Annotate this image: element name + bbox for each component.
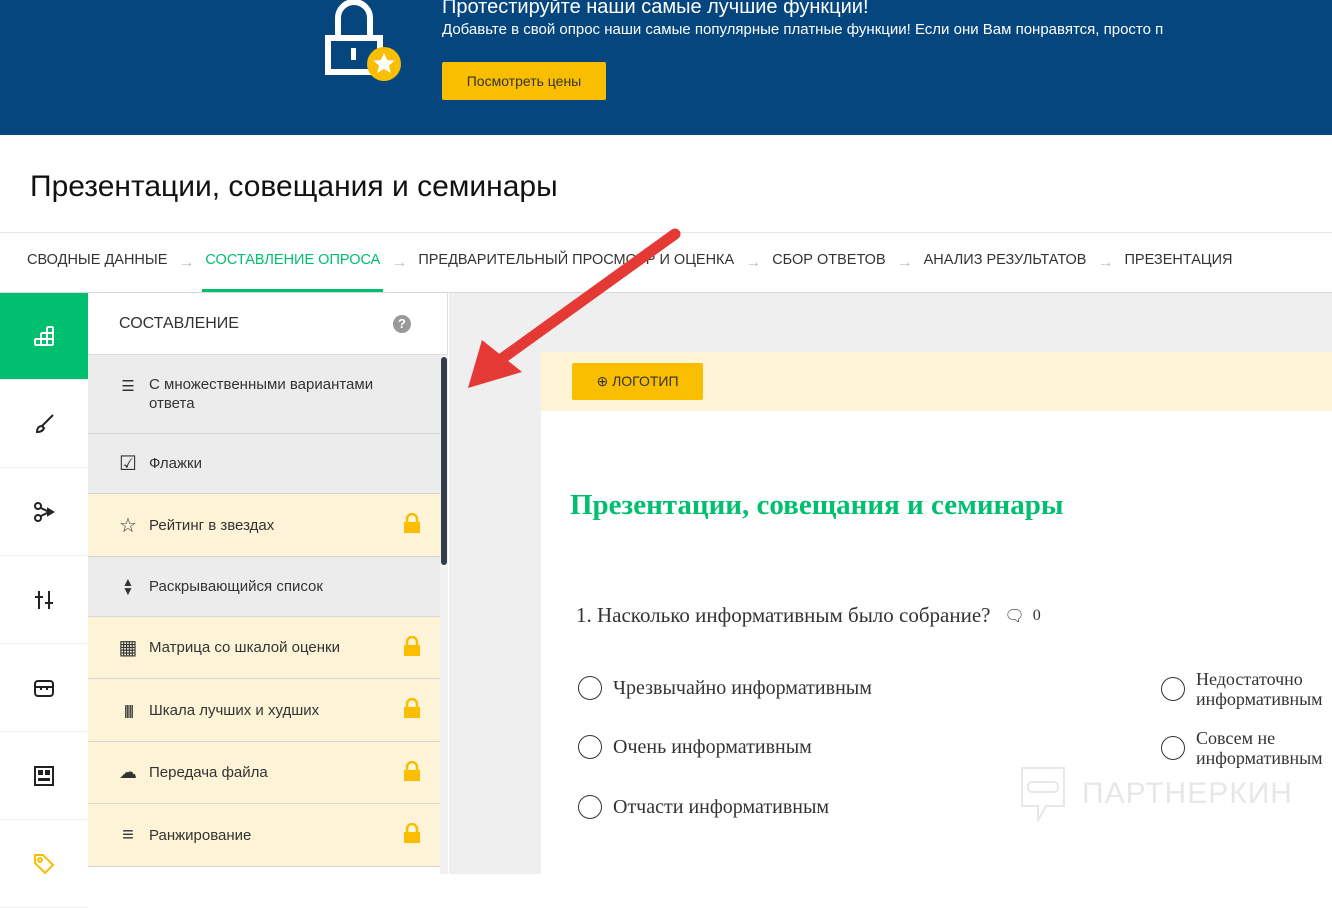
rail-layout[interactable] bbox=[0, 732, 88, 820]
question-type-list: ☰ С множественными вариантами ответа ☑ Фла… bbox=[88, 355, 440, 867]
tab-preview[interactable]: ПРЕДВАРИТЕЛЬНЫЙ ПРОСМОТР И ОЦЕНКА bbox=[415, 233, 737, 293]
lock-icon bbox=[403, 512, 421, 537]
banner-heading: Протестируйте наши самые лучшие функции! bbox=[442, 0, 869, 18]
list-icon: ☰ bbox=[121, 378, 135, 395]
upload-icon: ☁ bbox=[119, 762, 137, 782]
list-item-checkboxes[interactable]: ☑ Флажки bbox=[88, 434, 440, 494]
rail-library[interactable] bbox=[0, 644, 88, 732]
tab-design-survey[interactable]: СОСТАВЛЕНИЕ ОПРОСА bbox=[202, 233, 384, 293]
radio-circle bbox=[578, 676, 602, 700]
arrow-right-icon: → bbox=[1097, 253, 1114, 271]
option-radio[interactable]: Совсем не информативным bbox=[1161, 728, 1331, 768]
arrow-right-icon: → bbox=[745, 253, 762, 271]
list-item-dropdown[interactable]: ▲ ▼ Раскрывающийся список bbox=[88, 557, 440, 617]
page-title: Презентации, совещания и семинары bbox=[30, 170, 558, 203]
watermark: ПАРТНЕРКИН bbox=[1018, 766, 1293, 822]
upgrade-banner: Протестируйте наши самые лучшие функции!… bbox=[0, 0, 1332, 135]
logo-band: ⊕ ЛОГОТИП bbox=[541, 352, 1332, 411]
option-radio[interactable]: Отчасти информативным bbox=[578, 795, 829, 819]
bars-icon: ||||| bbox=[123, 702, 134, 718]
comment-count: 0 bbox=[1032, 606, 1041, 624]
build-icon bbox=[34, 326, 54, 346]
tag-icon bbox=[34, 853, 55, 874]
option-radio[interactable]: Недостаточно информативным bbox=[1161, 669, 1331, 709]
list-item-matrix[interactable]: ▦ Матрица со шкалой оценки bbox=[88, 617, 440, 679]
panel-title: СОСТАВЛЕНИЕ bbox=[119, 314, 239, 332]
checkbox-icon: ☑ bbox=[119, 453, 137, 475]
sliders-icon bbox=[35, 590, 53, 609]
radio-circle bbox=[578, 735, 602, 759]
arrow-right-icon: → bbox=[178, 253, 195, 271]
radio-circle bbox=[1161, 736, 1185, 760]
list-item-multiple-choice[interactable]: ☰ С множественными вариантами ответа bbox=[88, 355, 440, 434]
build-panel: СОСТАВЛЕНИЕ? ☰ С множественными вариантам… bbox=[88, 293, 448, 874]
view-prices-button[interactable]: Посмотреть цены bbox=[442, 62, 606, 100]
help-icon[interactable]: ? bbox=[393, 314, 411, 333]
scrollbar-thumb[interactable] bbox=[441, 357, 447, 565]
rail-options[interactable] bbox=[0, 556, 88, 644]
tool-rail bbox=[0, 293, 88, 908]
paintbrush-icon bbox=[35, 413, 54, 433]
tab-analyze[interactable]: АНАЛИЗ РЕЗУЛЬТАТОВ bbox=[921, 233, 1090, 293]
tab-collect[interactable]: СБОР ОТВЕТОВ bbox=[769, 233, 888, 293]
add-logo-button[interactable]: ⊕ ЛОГОТИП bbox=[572, 363, 703, 400]
logic-icon bbox=[34, 501, 55, 522]
watermark-logo-icon bbox=[1021, 767, 1065, 822]
dropdown-icon: ▲ ▼ bbox=[122, 574, 134, 598]
option-radio[interactable]: Чрезвычайно информативным bbox=[578, 676, 872, 700]
lines-icon: ≡ bbox=[122, 823, 134, 846]
rail-logic[interactable] bbox=[0, 468, 88, 556]
radio-circle bbox=[1161, 677, 1185, 701]
lock-icon bbox=[403, 697, 421, 722]
tab-summary[interactable]: СВОДНЫЕ ДАННЫЕ bbox=[24, 233, 170, 293]
comment-icon[interactable]: 🗨 bbox=[1004, 606, 1024, 626]
rail-design[interactable] bbox=[0, 380, 88, 468]
layout-icon bbox=[34, 765, 54, 786]
archive-icon bbox=[34, 679, 54, 697]
star-icon: ☆ bbox=[119, 514, 137, 537]
lock-icon bbox=[403, 822, 421, 847]
lock-icon bbox=[403, 760, 421, 785]
lock-icon bbox=[403, 635, 421, 660]
tab-present[interactable]: ПРЕЗЕНТАЦИЯ bbox=[1121, 233, 1235, 293]
workflow-tabs: СВОДНЫЕ ДАННЫЕ → СОСТАВЛЕНИЕ ОПРОСА → ПРЕД… bbox=[0, 232, 1332, 293]
canvas-margin bbox=[449, 293, 541, 874]
lock-star-icon bbox=[325, 0, 401, 81]
question-1[interactable]: 1. Насколько информативным было собрание… bbox=[576, 603, 1041, 628]
banner-text: Добавьте в свой опрос наши самые популяр… bbox=[442, 21, 1164, 38]
option-radio[interactable]: Очень информативным bbox=[578, 735, 812, 759]
arrow-right-icon: → bbox=[391, 253, 408, 271]
list-item-star-rating[interactable]: ☆ Рейтинг в звездах bbox=[88, 494, 440, 557]
radio-circle bbox=[578, 795, 602, 819]
list-item-ranking[interactable]: ≡ Ранжирование bbox=[88, 804, 440, 867]
grid-icon: ▦ bbox=[118, 637, 138, 659]
rail-tags[interactable] bbox=[0, 820, 88, 908]
survey-title[interactable]: Презентации, совещания и семинары bbox=[570, 489, 1064, 522]
list-item-best-worst[interactable]: ||||| Шкала лучших и худших bbox=[88, 679, 440, 742]
arrow-right-icon: → bbox=[896, 253, 913, 271]
rail-build[interactable] bbox=[0, 293, 88, 380]
list-item-file-upload[interactable]: ☁ Передача файла bbox=[88, 742, 440, 804]
panel-scrollbar[interactable] bbox=[440, 355, 448, 874]
